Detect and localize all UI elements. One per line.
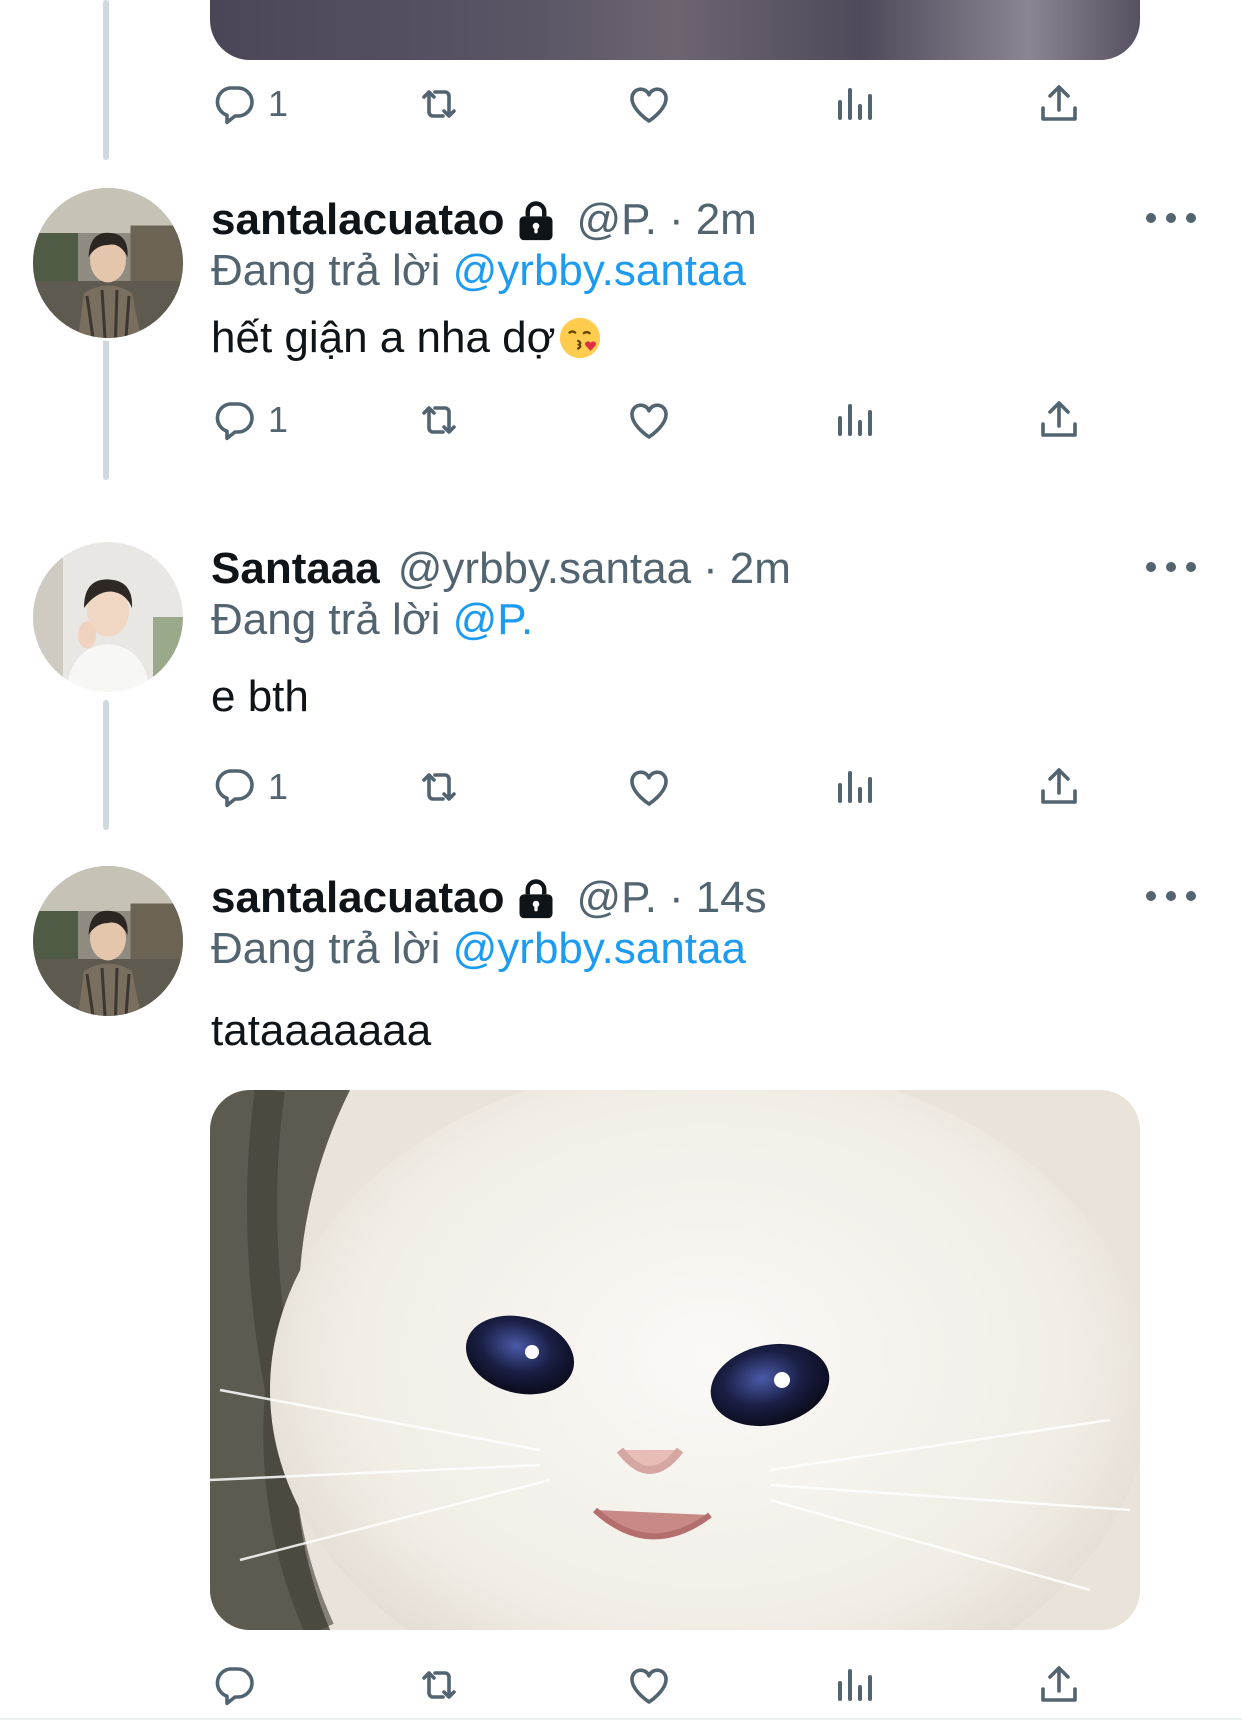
tweet-text: tataaaaaaa [211, 1001, 431, 1061]
display-name[interactable]: santalacuatao [211, 195, 504, 245]
mention-link[interactable]: @yrbby.santaa [453, 246, 746, 295]
tweet-text: e bth [211, 667, 309, 727]
timestamp[interactable]: 2m [730, 544, 791, 594]
reply-button[interactable] [210, 1655, 268, 1715]
share-icon [1035, 80, 1083, 128]
username-handle[interactable]: @P. [576, 195, 657, 245]
retweet-button[interactable] [415, 74, 463, 134]
like-icon [625, 763, 673, 811]
share-icon [1035, 1661, 1083, 1709]
avatar[interactable] [30, 539, 186, 695]
views-icon [830, 763, 878, 811]
more-icon[interactable] [1146, 547, 1196, 587]
more-icon[interactable] [1146, 876, 1196, 916]
share-button[interactable] [1035, 1655, 1083, 1715]
tweet-actions: 1 [210, 74, 1110, 134]
like-icon [625, 80, 673, 128]
tweet-text-content: e bth [211, 672, 309, 721]
tweet-actions [210, 1655, 1110, 1715]
avatar[interactable] [30, 863, 186, 1019]
tweet-header: Santaaa @yrbby.santaa · 2m [211, 539, 791, 599]
mention-link[interactable]: @yrbby.santaa [453, 924, 746, 973]
replying-to: Đang trả lời @yrbby.santaa [211, 246, 746, 296]
reply-button[interactable]: 1 [210, 757, 288, 817]
separator-dot: · [703, 544, 718, 593]
thread-line [103, 320, 109, 480]
views-icon [830, 80, 878, 128]
username-handle[interactable]: @P. [576, 873, 657, 923]
thread-line [103, 700, 109, 830]
replying-prefix: Đang trả lời [211, 595, 453, 644]
retweet-icon [415, 763, 463, 811]
like-button[interactable] [625, 1655, 673, 1715]
tweet-text-content: tataaaaaaa [211, 1006, 432, 1055]
reply-icon [210, 1661, 258, 1709]
kiss-emoji-icon [557, 315, 603, 361]
timestamp[interactable]: 14s [696, 873, 767, 923]
avatar-image [33, 188, 183, 338]
avatar[interactable] [30, 185, 186, 341]
avatar-image [33, 542, 183, 692]
reply-icon [210, 80, 258, 128]
display-name[interactable]: santalacuatao [211, 873, 504, 923]
mention-link[interactable]: @P. [453, 595, 534, 644]
like-button[interactable] [625, 757, 673, 817]
tweet-text-content: hết giận a nha dợ [211, 313, 556, 362]
like-button[interactable] [625, 74, 673, 134]
reply-button[interactable]: 1 [210, 74, 288, 134]
retweet-icon [415, 1661, 463, 1709]
timestamp[interactable]: 2m [696, 195, 757, 245]
divider [0, 1718, 1242, 1720]
like-button[interactable] [625, 390, 673, 450]
replying-to: Đang trả lời @yrbby.santaa [211, 924, 746, 974]
tweet-actions: 1 [210, 757, 1110, 817]
views-button[interactable] [830, 757, 878, 817]
previous-tweet-media[interactable] [210, 0, 1140, 60]
replying-prefix: Đang trả lời [211, 246, 453, 295]
retweet-icon [415, 396, 463, 444]
share-icon [1035, 396, 1083, 444]
tweet-text: hết giận a nha dợ [211, 308, 603, 368]
reply-icon [210, 396, 258, 444]
thread-line [103, 0, 109, 160]
like-icon [625, 1661, 673, 1709]
views-icon [830, 1661, 878, 1709]
username-handle[interactable]: @yrbby.santaa [398, 544, 691, 594]
views-button[interactable] [830, 74, 878, 134]
retweet-icon [415, 80, 463, 128]
separator-dot: · [669, 195, 684, 244]
display-name[interactable]: Santaaa [211, 544, 380, 594]
more-icon[interactable] [1146, 198, 1196, 238]
share-button[interactable] [1035, 74, 1083, 134]
share-button[interactable] [1035, 390, 1083, 450]
avatar-image [33, 866, 183, 1016]
tweet-header: santalacuatao @P. · 14s [211, 868, 767, 928]
replying-to: Đang trả lời @P. [211, 595, 533, 645]
tweet-media-image[interactable] [210, 1090, 1140, 1630]
separator-dot: · [669, 873, 684, 922]
views-icon [830, 396, 878, 444]
share-button[interactable] [1035, 757, 1083, 817]
views-button[interactable] [830, 1655, 878, 1715]
retweet-button[interactable] [415, 1655, 463, 1715]
crying-cat-image [210, 1090, 1140, 1630]
tweet-actions: 1 [210, 390, 1110, 450]
tweet-header: santalacuatao @P. · 2m [211, 190, 757, 250]
lock-icon [514, 197, 558, 243]
reply-icon [210, 763, 258, 811]
retweet-button[interactable] [415, 390, 463, 450]
like-icon [625, 396, 673, 444]
lock-icon [514, 875, 558, 921]
retweet-button[interactable] [415, 757, 463, 817]
reply-count: 1 [268, 399, 289, 440]
reply-count: 1 [268, 83, 289, 124]
reply-button[interactable]: 1 [210, 390, 288, 450]
share-icon [1035, 763, 1083, 811]
reply-count: 1 [268, 766, 289, 807]
views-button[interactable] [830, 390, 878, 450]
replying-prefix: Đang trả lời [211, 924, 453, 973]
